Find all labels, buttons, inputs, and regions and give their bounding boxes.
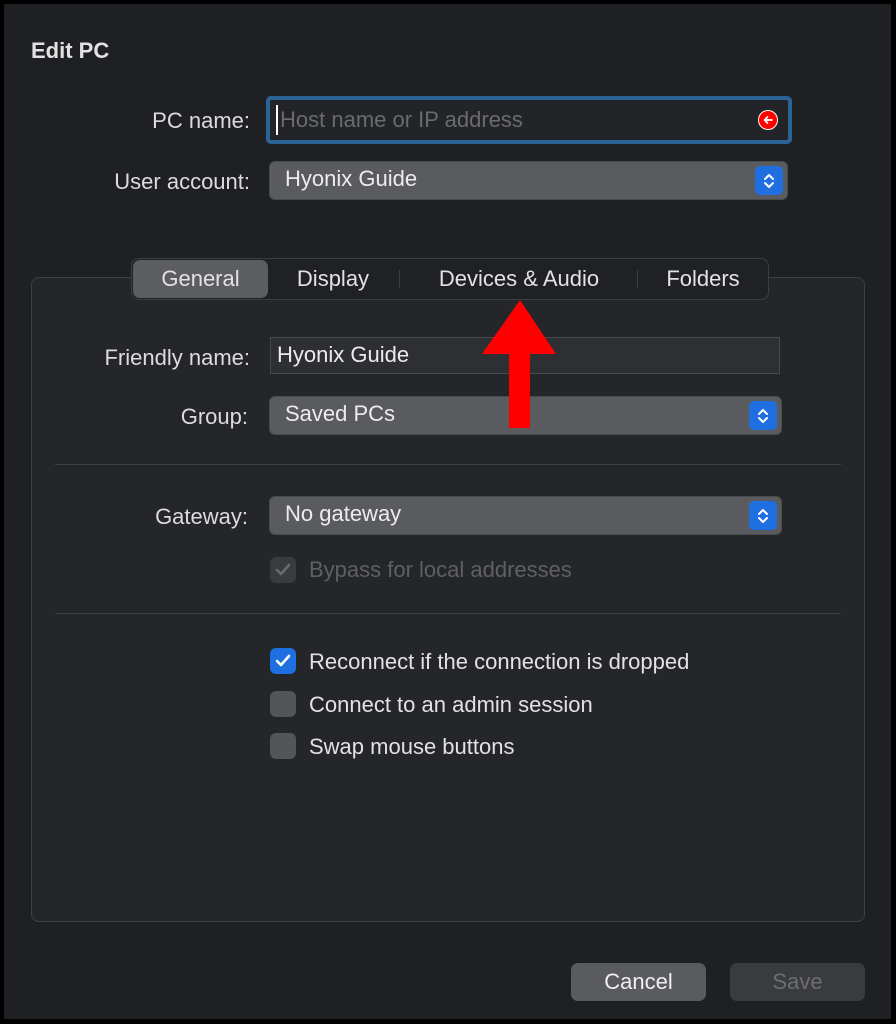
reconnect-label: Reconnect if the connection is dropped: [309, 649, 690, 674]
group-label: Group:: [180, 404, 248, 429]
tab-folders[interactable]: Folders: [640, 260, 766, 298]
red-arrow-annotation: [482, 300, 556, 428]
tab-separator: [637, 270, 638, 288]
checkmark-icon: [275, 654, 291, 667]
admin-session-checkbox[interactable]: [270, 691, 296, 717]
tab-display[interactable]: Display: [272, 260, 394, 298]
admin-session-label: Connect to an admin session: [309, 692, 593, 717]
bypass-checkbox[interactable]: [270, 557, 296, 583]
friendly-name-label: Friendly name:: [104, 345, 250, 370]
chevron-up-down-icon: [755, 166, 783, 195]
tab-bar: General Display Devices & Audio Folders: [131, 258, 769, 300]
user-account-label: User account:: [114, 169, 250, 194]
section-divider: [55, 464, 841, 465]
reconnect-checkbox[interactable]: [270, 648, 296, 674]
checkmark-icon: [275, 563, 291, 576]
arrow-head: [482, 300, 556, 354]
chevron-up-down-icon: [749, 401, 777, 430]
gateway-value: No gateway: [285, 501, 402, 526]
swap-mouse-label: Swap mouse buttons: [309, 734, 515, 759]
arrow-shaft: [509, 352, 530, 428]
tab-general[interactable]: General: [133, 260, 268, 298]
tab-devices-audio[interactable]: Devices & Audio: [402, 260, 636, 298]
pc-name-input[interactable]: [276, 105, 750, 135]
user-account-select[interactable]: Hyonix Guide: [269, 161, 788, 200]
chevron-up-down-icon: [749, 501, 777, 530]
gateway-label: Gateway:: [155, 504, 248, 529]
user-account-value: Hyonix Guide: [285, 166, 418, 191]
bypass-label: Bypass for local addresses: [309, 557, 572, 582]
save-button[interactable]: Save: [730, 963, 865, 1001]
arrow-left-circle-icon[interactable]: [758, 110, 778, 130]
dialog-title: Edit PC: [31, 38, 110, 63]
pc-name-label: PC name:: [152, 108, 250, 133]
section-divider: [55, 613, 841, 614]
tab-separator: [399, 270, 400, 288]
gateway-select[interactable]: No gateway: [269, 496, 782, 535]
group-value: Saved PCs: [285, 401, 396, 426]
swap-mouse-checkbox[interactable]: [270, 733, 296, 759]
pc-name-field[interactable]: [266, 96, 792, 144]
edit-pc-dialog: Edit PC PC name: User account: Hyonix Gu…: [4, 4, 891, 1019]
cancel-button[interactable]: Cancel: [571, 963, 706, 1001]
